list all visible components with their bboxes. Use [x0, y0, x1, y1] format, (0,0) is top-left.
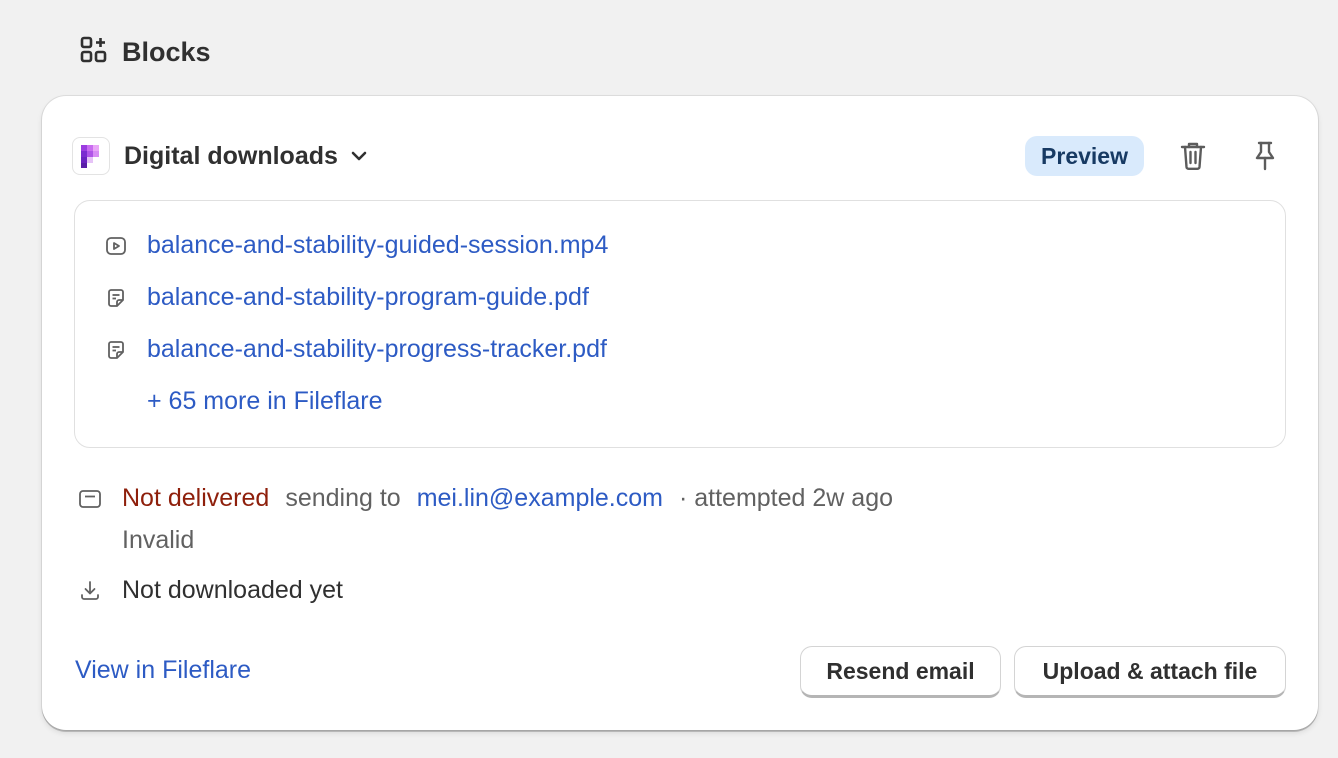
mail-icon: [78, 487, 102, 511]
file-item: balance-and-stability-guided-session.mp4: [105, 231, 608, 260]
section-header: Blocks: [80, 36, 211, 69]
file-link[interactable]: balance-and-stability-progress-tracker.p…: [147, 335, 607, 364]
blocks-add-icon: [80, 36, 108, 69]
file-link[interactable]: balance-and-stability-guided-session.mp4: [147, 231, 608, 260]
section-title: Blocks: [122, 37, 211, 67]
download-icon: [78, 579, 102, 603]
file-item: balance-and-stability-program-guide.pdf: [105, 283, 589, 312]
preview-badge: Preview: [1025, 136, 1144, 176]
download-status-row: Not downloaded yet: [78, 576, 343, 605]
resend-email-button[interactable]: Resend email: [800, 646, 1001, 698]
delivery-status-row: Not delivered sending to mei.lin@example…: [78, 484, 893, 513]
recipient-email-link[interactable]: mei.lin@example.com: [417, 484, 663, 513]
pin-button[interactable]: [1242, 136, 1288, 176]
attempted-time: · attempted 2w ago: [678, 484, 893, 512]
block-header: Digital downloads Preview: [72, 136, 1288, 176]
document-file-icon: [105, 287, 127, 309]
file-list: balance-and-stability-guided-session.mp4…: [74, 200, 1286, 448]
delivery-reason: Invalid: [122, 526, 195, 554]
block-title[interactable]: Digital downloads: [124, 142, 338, 171]
chevron-down-icon[interactable]: [348, 145, 370, 167]
delivery-status: Not delivered: [122, 484, 270, 512]
fileflare-logo: [72, 137, 110, 175]
view-in-fileflare-link[interactable]: View in Fileflare: [75, 656, 251, 685]
file-link[interactable]: balance-and-stability-program-guide.pdf: [147, 283, 589, 312]
digital-downloads-block: Digital downloads Preview balance-and-st…: [42, 96, 1318, 730]
pin-icon: [1255, 141, 1275, 171]
video-file-icon: [105, 235, 127, 257]
upload-attach-file-button[interactable]: Upload & attach file: [1014, 646, 1286, 698]
block-actions: Preview: [1025, 136, 1288, 176]
more-files-link[interactable]: + 65 more in Fileflare: [147, 387, 383, 416]
sending-to-label: sending to: [285, 484, 401, 512]
trash-icon: [1180, 142, 1206, 171]
download-status: Not downloaded yet: [122, 576, 343, 604]
delete-button[interactable]: [1170, 136, 1216, 176]
document-file-icon: [105, 339, 127, 361]
file-item: balance-and-stability-progress-tracker.p…: [105, 335, 607, 364]
